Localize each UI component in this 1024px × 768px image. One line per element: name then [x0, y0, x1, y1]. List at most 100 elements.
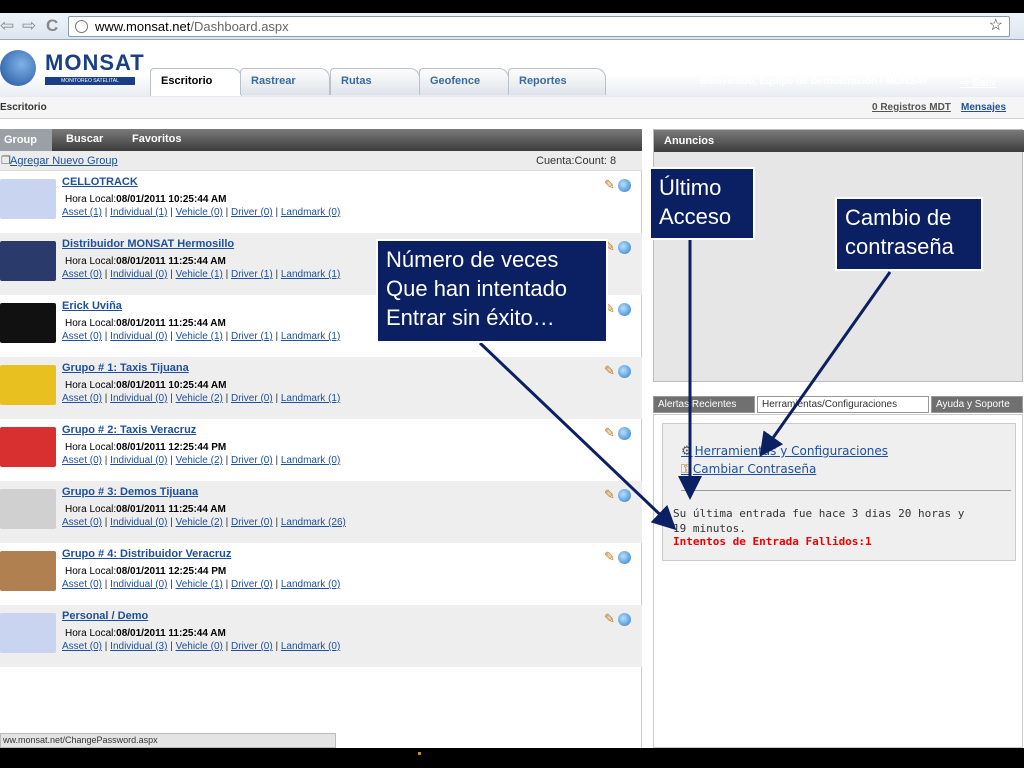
group-count-link[interactable]: Driver (0): [231, 579, 273, 590]
logout-link[interactable]: ⇨ Salir: [960, 76, 996, 89]
group-thumbnail[interactable]: [0, 613, 56, 653]
edit-pencil-icon[interactable]: ✎: [604, 487, 615, 502]
group-count-link[interactable]: Landmark (0): [281, 579, 340, 590]
tab-herramientas[interactable]: Herramientas/Configuraciones: [757, 396, 929, 413]
tab-rutas[interactable]: Rutas: [330, 68, 420, 95]
separator: |: [222, 331, 231, 342]
tab-ayuda-soporte[interactable]: Ayuda y Soporte: [931, 396, 1023, 413]
tab-buscar[interactable]: Buscar: [66, 133, 103, 145]
group-count-link[interactable]: Driver (1): [231, 269, 273, 280]
group-thumbnail[interactable]: [0, 427, 56, 467]
group-links: Asset (0) | Individual (3) | Vehicle (0)…: [62, 641, 340, 652]
tab-geofence[interactable]: Geofence: [419, 68, 509, 95]
group-count-link[interactable]: Asset (0): [62, 579, 102, 590]
group-count-link[interactable]: Asset (0): [62, 269, 102, 280]
group-count-link[interactable]: Landmark (1): [281, 331, 340, 342]
group-name-link[interactable]: Grupo # 3: Demos Tijuana: [62, 486, 198, 498]
group-count-link[interactable]: Driver (0): [231, 517, 273, 528]
group-count-link[interactable]: Landmark (0): [281, 455, 340, 466]
address-bar[interactable]: www.monsat.net/Dashboard.aspx ☆: [68, 16, 1010, 37]
forward-icon[interactable]: ⇨: [22, 16, 36, 36]
group-thumbnail[interactable]: [0, 551, 56, 591]
group-count-link[interactable]: Asset (0): [62, 455, 102, 466]
mensajes-link[interactable]: Mensajes: [961, 102, 1006, 113]
add-group-link[interactable]: Agregar Nuevo Group: [10, 155, 118, 167]
group-count-link[interactable]: Vehicle (0): [176, 641, 223, 652]
globe-icon[interactable]: [617, 303, 631, 317]
group-thumbnail[interactable]: [0, 179, 56, 219]
group-name-link[interactable]: Grupo # 2: Taxis Veracruz: [62, 424, 196, 436]
group-count-link[interactable]: Vehicle (2): [176, 455, 223, 466]
group-count-link[interactable]: Driver (0): [231, 393, 273, 404]
separator: |: [167, 331, 176, 342]
group-count-link[interactable]: Driver (1): [231, 331, 273, 342]
globe-icon[interactable]: [617, 179, 631, 193]
bookmark-star-icon[interactable]: ☆: [989, 16, 1003, 35]
tab-alertas-recientes[interactable]: Alertas Recientes: [653, 396, 755, 413]
edit-pencil-icon[interactable]: ✎: [604, 549, 615, 564]
group-count-link[interactable]: Individual (1): [110, 207, 167, 218]
group-thumbnail[interactable]: [0, 241, 56, 281]
reload-icon[interactable]: C: [46, 16, 58, 36]
group-local-time: Hora Local:08/01/2011 12:25:44 PM: [65, 442, 226, 453]
tab-reportes[interactable]: Reportes: [508, 68, 606, 95]
group-count-link[interactable]: Asset (1): [62, 207, 102, 218]
group-count-link[interactable]: Landmark (1): [281, 269, 340, 280]
group-count-link[interactable]: Asset (0): [62, 331, 102, 342]
group-count-link[interactable]: Landmark (0): [281, 641, 340, 652]
group-thumbnail[interactable]: [0, 365, 56, 405]
group-count-link[interactable]: Individual (0): [110, 455, 167, 466]
tools-config-link[interactable]: ⚙ Herramientas y Configuraciones: [681, 444, 888, 459]
group-count-link[interactable]: Vehicle (1): [176, 331, 223, 342]
group-name-link[interactable]: Grupo # 1: Taxis Tijuana: [62, 362, 189, 374]
group-count-link[interactable]: Vehicle (1): [176, 269, 223, 280]
group-count-link[interactable]: Individual (3): [110, 641, 167, 652]
group-count-link[interactable]: Driver (0): [231, 207, 273, 218]
globe-icon[interactable]: [617, 241, 631, 255]
globe-icon[interactable]: [617, 365, 631, 379]
group-name-link[interactable]: CELLOTRACK: [62, 176, 138, 188]
edit-pencil-icon[interactable]: ✎: [604, 611, 615, 626]
logout-label: Salir: [972, 77, 997, 89]
group-count-link[interactable]: Landmark (26): [281, 517, 346, 528]
globe-icon[interactable]: [617, 489, 631, 503]
edit-pencil-icon[interactable]: ✎: [604, 425, 615, 440]
group-count-link[interactable]: Asset (0): [62, 517, 102, 528]
group-count-link[interactable]: Individual (0): [110, 269, 167, 280]
group-actions: ✎: [604, 301, 631, 317]
group-thumbnail[interactable]: [0, 489, 56, 529]
globe-icon[interactable]: [617, 427, 631, 441]
group-count-link[interactable]: Landmark (1): [281, 393, 340, 404]
tab-favoritos[interactable]: Favoritos: [132, 133, 182, 145]
globe-icon[interactable]: [617, 551, 631, 565]
change-password-link[interactable]: ⚿ Cambiar Contraseña: [681, 462, 816, 477]
group-count-link[interactable]: Vehicle (0): [176, 207, 223, 218]
tab-escritorio[interactable]: Escritorio: [150, 68, 242, 96]
group-count-link[interactable]: Driver (0): [231, 455, 273, 466]
group-count-link[interactable]: Individual (0): [110, 579, 167, 590]
monsat-logo[interactable]: MONSAT MONITOREO SATELITAL: [0, 50, 144, 90]
registros-link[interactable]: 0 Registros MDT: [872, 102, 951, 113]
group-count-link[interactable]: Vehicle (2): [176, 517, 223, 528]
group-name-link[interactable]: Personal / Demo: [62, 610, 148, 622]
group-count-link[interactable]: Individual (0): [110, 393, 167, 404]
tab-group[interactable]: Group: [0, 129, 52, 151]
group-count-link[interactable]: Individual (0): [110, 331, 167, 342]
edit-pencil-icon[interactable]: ✎: [604, 177, 615, 192]
group-name-link[interactable]: Grupo # 4: Distribuidor Veracruz: [62, 548, 231, 560]
globe-icon[interactable]: [617, 613, 631, 627]
group-count-link[interactable]: Asset (0): [62, 393, 102, 404]
group-count-link[interactable]: Individual (0): [110, 517, 167, 528]
group-name-link[interactable]: Erick Uviña: [62, 300, 122, 312]
separator: |: [222, 455, 231, 466]
edit-pencil-icon[interactable]: ✎: [604, 363, 615, 378]
group-thumbnail[interactable]: [0, 303, 56, 343]
group-count-link[interactable]: Vehicle (1): [176, 579, 223, 590]
group-count-link[interactable]: Landmark (0): [281, 207, 340, 218]
group-count-link[interactable]: Asset (0): [62, 641, 102, 652]
back-icon[interactable]: ⇦: [0, 16, 14, 36]
group-count-link[interactable]: Vehicle (2): [176, 393, 223, 404]
group-name-link[interactable]: Distribuidor MONSAT Hermosillo: [62, 238, 234, 250]
group-count-link[interactable]: Driver (0): [231, 641, 273, 652]
tab-rastrear[interactable]: Rastrear: [240, 68, 330, 95]
